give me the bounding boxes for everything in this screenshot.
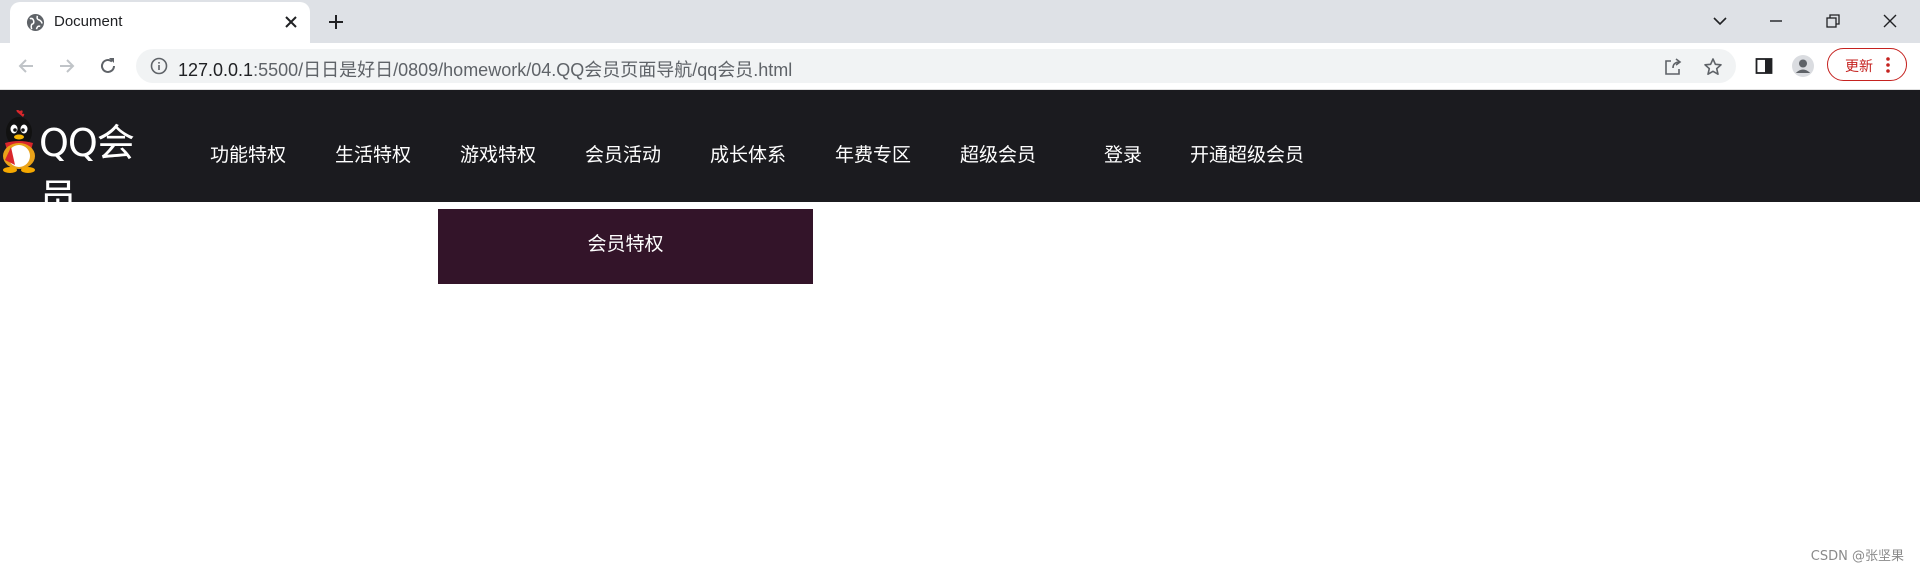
profile-avatar-icon[interactable] bbox=[1791, 54, 1815, 78]
qq-penguin-icon bbox=[3, 110, 35, 173]
tab-title: Document bbox=[54, 13, 123, 30]
dropdown-item-member-privileges[interactable]: 会员特权 bbox=[438, 229, 813, 256]
reload-icon[interactable] bbox=[94, 52, 122, 80]
nav-item-game-privileges[interactable]: 游戏特权 bbox=[460, 140, 536, 167]
nav-item-feature-privileges[interactable]: 功能特权 bbox=[210, 140, 286, 167]
forward-arrow-icon[interactable] bbox=[53, 52, 81, 80]
close-window-icon[interactable] bbox=[1867, 6, 1913, 36]
tab-search-chevron-icon[interactable] bbox=[1697, 6, 1743, 36]
nav-item-life-privileges[interactable]: 生活特权 bbox=[335, 140, 411, 167]
site-nav-bar: QQ会员 功能特权 生活特权 游戏特权 会员活动 成长体系 年费专区 超级会员 … bbox=[0, 90, 1920, 220]
nav-item-open-super-member[interactable]: 开通超级会员 bbox=[1190, 140, 1304, 167]
back-arrow-icon[interactable] bbox=[12, 52, 40, 80]
info-icon[interactable] bbox=[150, 57, 168, 75]
share-icon[interactable] bbox=[1663, 57, 1683, 77]
browser-tab[interactable]: Document bbox=[10, 2, 310, 43]
nav-dropdown-menu: 会员特权 bbox=[438, 209, 813, 284]
nav-item-member-activities[interactable]: 会员活动 bbox=[585, 140, 661, 167]
address-bar[interactable]: 127.0.0.1:5500/日日是好日/0809/homework/04.QQ… bbox=[136, 49, 1736, 83]
update-label: 更新 bbox=[1845, 59, 1873, 75]
update-button[interactable]: 更新 bbox=[1827, 48, 1907, 81]
new-tab-icon[interactable] bbox=[324, 10, 348, 34]
bookmark-star-icon[interactable] bbox=[1703, 57, 1723, 77]
globe-icon bbox=[26, 13, 45, 32]
url-path: :5500/日日是好日/0809/homework/04.QQ会员页面导航/qq… bbox=[253, 60, 793, 80]
watermark: CSDN @张坚果 bbox=[1810, 549, 1904, 564]
minimize-icon[interactable] bbox=[1753, 6, 1799, 36]
nav-item-super-member[interactable]: 超级会员 bbox=[960, 140, 1036, 167]
url-host: 127.0.0.1 bbox=[178, 60, 254, 80]
side-panel-icon[interactable] bbox=[1752, 54, 1776, 78]
nav-item-annual-fee-zone[interactable]: 年费专区 bbox=[835, 140, 911, 167]
browser-toolbar: 127.0.0.1:5500/日日是好日/0809/homework/04.QQ… bbox=[0, 43, 1920, 90]
url-text[interactable]: 127.0.0.1:5500/日日是好日/0809/homework/04.QQ… bbox=[178, 56, 792, 82]
nav-item-login[interactable]: 登录 bbox=[1104, 140, 1142, 167]
browser-tabstrip: Document bbox=[0, 0, 1920, 43]
logo-text: QQ会员 bbox=[39, 121, 135, 220]
nav-item-growth-system[interactable]: 成长体系 bbox=[710, 140, 786, 167]
site-logo[interactable]: QQ会员 bbox=[0, 110, 170, 220]
restore-icon[interactable] bbox=[1810, 6, 1856, 36]
close-tab-icon[interactable] bbox=[281, 12, 301, 32]
more-menu-icon[interactable] bbox=[1886, 57, 1890, 73]
